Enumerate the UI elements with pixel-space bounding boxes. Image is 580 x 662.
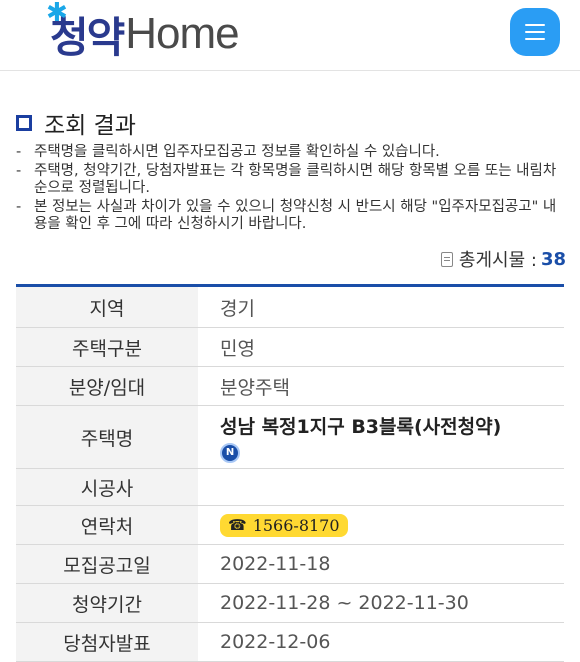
row-label-winner-announcement[interactable]: 당첨자발표 [16,623,198,661]
row-value-application-period: 2022-11-28 ~ 2022-11-30 [220,592,469,614]
row-label-sale-rent: 분양/임대 [16,367,198,405]
logo-korean: ✱ 청약 [46,0,125,65]
total-count: 38 [540,248,566,270]
row-value-winner-announcement: 2022-12-06 [220,631,331,653]
row-value-house-name: 성남 복정1지구 B3블록(사전청약) N [198,406,564,468]
hamburger-icon [525,24,545,40]
notice-list: 주택명을 클릭하시면 입주자모집공고 정보를 확인하실 수 있습니다. 주택명,… [14,144,564,235]
result-table: 지역 경기 주택구분 민영 분양/임대 분양주택 주택명 성남 복정1지구 B3… [16,284,564,662]
section-header: 조회 결과 [16,106,136,140]
logo-english: Home [125,9,239,58]
square-bullet-icon [16,115,32,131]
header: ✱ 청약 Home [0,0,580,71]
row-label-application-period[interactable]: 청약기간 [16,584,198,622]
telephone-icon: ☎ [228,516,247,534]
notice-item: 주택명을 클릭하시면 입주자모집공고 정보를 확인하실 수 있습니다. [14,144,564,161]
table-row: 연락처 ☎ 1566-8170 [16,506,564,545]
table-row: 주택구분 민영 [16,328,564,367]
table-row: 모집공고일 2022-11-18 [16,545,564,584]
row-label-contact: 연락처 [16,506,198,544]
row-label-announcement-date: 모집공고일 [16,545,198,583]
row-label-region: 지역 [16,287,198,327]
row-value-sale-rent: 분양주택 [220,376,290,399]
phone-number: 1566-8170 [252,515,340,535]
row-value-region: 경기 [220,297,255,320]
table-row: 시공사 [16,469,564,506]
row-label-constructor: 시공사 [16,469,198,505]
row-label-housing-type: 주택구분 [16,328,198,366]
row-value-announcement-date: 2022-11-18 [220,553,331,575]
notice-item: 본 정보는 사실과 차이가 있을 수 있으니 청약신청 시 반드시 해당 "입주… [14,199,564,233]
notice-item: 주택명, 청약기간, 당첨자발표는 각 항목명을 클릭하시면 해당 항목별 오름… [14,163,564,197]
row-value-constructor [198,469,564,505]
sparkle-icon: ✱ [46,0,68,28]
table-row: 주택명 성남 복정1지구 B3블록(사전청약) N [16,406,564,469]
house-name-link[interactable]: 성남 복정1지구 B3블록(사전청약) [220,412,501,439]
table-row: 분양/임대 분양주택 [16,367,564,406]
row-label-house-name: 주택명 [16,406,198,468]
row-value-contact: ☎ 1566-8170 [198,506,564,544]
total-posts: 총게시물 : 38 [440,246,566,272]
table-row: 청약기간 2022-11-28 ~ 2022-11-30 [16,584,564,623]
menu-button[interactable] [510,8,560,56]
table-row: 지역 경기 [16,287,564,328]
total-label: 총게시물 : [458,250,537,271]
document-icon [440,251,453,267]
section-title: 조회 결과 [44,113,136,139]
new-badge-icon: N [220,442,240,463]
phone-badge[interactable]: ☎ 1566-8170 [220,513,348,537]
row-value-housing-type: 민영 [220,337,255,360]
logo[interactable]: ✱ 청약 Home [46,0,240,65]
table-row: 당첨자발표 2022-12-06 [16,623,564,662]
